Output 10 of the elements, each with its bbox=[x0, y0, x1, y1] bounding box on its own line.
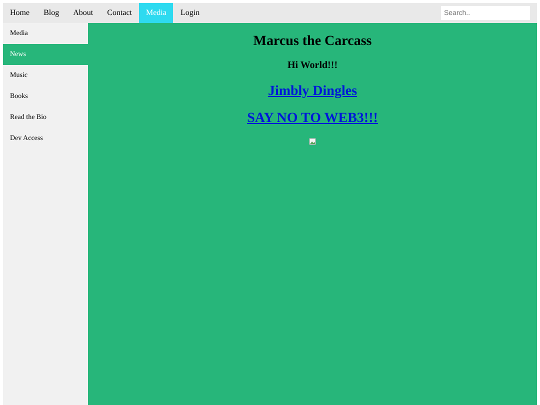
heading-link[interactable]: Jimbly Dingles bbox=[268, 81, 358, 102]
subtitle: Hi World!!! bbox=[287, 59, 338, 73]
nav-link[interactable]: Login bbox=[173, 3, 207, 23]
nav-link[interactable]: About bbox=[66, 3, 100, 23]
page-title: Marcus the Carcass bbox=[253, 33, 372, 51]
heading-link[interactable]: SAY NO TO WEB3!!! bbox=[247, 108, 378, 129]
nav-link[interactable]: Home bbox=[3, 3, 37, 23]
nav-link[interactable]: Blog bbox=[36, 3, 66, 23]
broken-image-icon bbox=[309, 138, 316, 145]
nav-link[interactable]: Contact bbox=[100, 3, 140, 23]
